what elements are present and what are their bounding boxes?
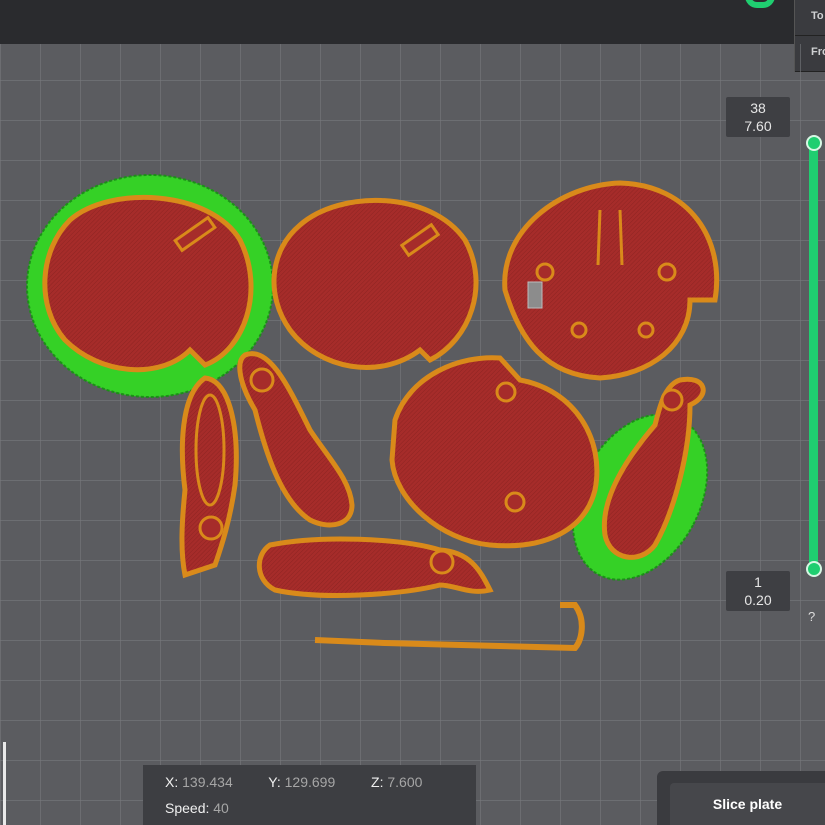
top-layer-number: 38	[750, 100, 766, 116]
tab-top[interactable]: To	[795, 0, 825, 36]
layer-label-top: 38 7.60	[726, 97, 790, 137]
z-value: 7.600	[387, 774, 423, 790]
x-label: X:	[165, 774, 179, 790]
part-disc-middle	[271, 197, 479, 370]
layer-slider-top-handle[interactable]	[806, 135, 822, 151]
support-block	[527, 281, 543, 309]
status-indicator-icon	[745, 0, 775, 8]
x-value: 139.434	[182, 774, 233, 790]
speed-label: Speed:	[165, 800, 210, 816]
speed-value: 40	[213, 800, 229, 816]
top-layer-height: 7.60	[744, 118, 772, 134]
bottom-layer-number: 1	[754, 574, 762, 590]
help-icon[interactable]: ?	[808, 609, 815, 624]
position-readout: X: 139.434 Y: 129.699 Z: 7.600 Speed: 40	[143, 765, 476, 825]
layer-slider-bottom-handle[interactable]	[806, 561, 822, 577]
y-label: Y:	[268, 774, 281, 790]
z-label: Z:	[371, 774, 384, 790]
preview-viewport[interactable]	[0, 44, 825, 825]
top-toolbar	[0, 0, 825, 44]
y-value: 129.699	[284, 774, 336, 790]
bottom-layer-height: 0.20	[744, 592, 772, 608]
left-scroll-indicator[interactable]	[3, 742, 6, 825]
layer-slider-track[interactable]	[809, 142, 818, 570]
layer-label-bottom: 1 0.20	[726, 571, 790, 611]
slice-plate-button[interactable]: Slice plate	[670, 783, 825, 825]
part-disc-left	[42, 195, 254, 373]
